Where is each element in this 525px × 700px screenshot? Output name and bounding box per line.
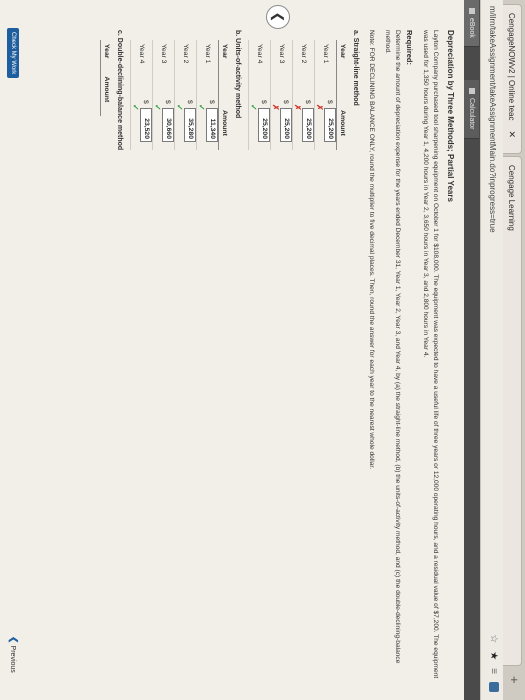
incorrect-icon: ✗: [293, 104, 302, 111]
correct-icon: ✓: [175, 104, 184, 111]
book-icon: [468, 8, 475, 14]
amount-cell: $25,200✗: [314, 96, 337, 150]
year-cell: Year 1: [314, 40, 337, 96]
table-header-row: Year Amount: [218, 40, 230, 150]
url-field[interactable]: m/ilrn/takeAssignment/takeAssignmentMain…: [485, 6, 499, 606]
previous-label: Previous: [9, 645, 16, 673]
calculator-icon: [468, 88, 475, 94]
table-row: Year 3 $30,660✓: [152, 40, 175, 150]
amount-cell: $25,200✗: [292, 96, 315, 150]
correct-icon: ✓: [249, 104, 258, 111]
year-cell: Year 4: [248, 40, 271, 96]
year-cell: Year 4: [130, 40, 153, 96]
table-header-row: Year Amount: [336, 40, 348, 150]
amount-cell: $25,200✗: [270, 96, 293, 150]
amount-input[interactable]: 35,280: [184, 108, 196, 142]
check-my-work-button[interactable]: Check My Work: [7, 28, 19, 79]
year-cell: Year 1: [196, 40, 219, 96]
tab-label: CengageNOWv2 | Online teac: [507, 13, 516, 121]
rotated-screen: CengageNOWv2 | Online teac ✕ Cengage Lear…: [0, 0, 525, 700]
amount-header: Amount: [336, 96, 348, 150]
year-cell: Year 2: [292, 40, 315, 96]
ebook-label: eBook: [468, 18, 475, 38]
browser-tab-cengage-learning[interactable]: Cengage Learning: [503, 156, 522, 666]
new-tab-icon[interactable]: +: [507, 676, 522, 684]
straight-line-table: Year Amount Year 1 $25,200✗ Year 2 $25,2…: [248, 40, 348, 150]
browser-tab-bar: CengageNOWv2 | Online teac ✕ Cengage Lear…: [502, 0, 525, 700]
browser-tab-cengagenow[interactable]: CengageNOWv2 | Online teac ✕: [503, 4, 522, 154]
amount-input[interactable]: 25,200: [280, 108, 292, 142]
amount-header: Amount: [218, 96, 230, 150]
amount-cell: $35,280✓: [174, 96, 197, 150]
amount-cell: $25,200✓: [248, 96, 271, 150]
incorrect-icon: ✗: [315, 104, 324, 111]
tab-label: Cengage Learning: [507, 165, 516, 231]
table-row: Year 4 $25,200✓: [248, 40, 271, 150]
table-row: Year 1 $25,200✗: [314, 40, 337, 150]
problem-title: Depreciation by Three Methods; Partial Y…: [446, 30, 455, 202]
year-cell: Year 3: [152, 40, 175, 96]
dollar-sign: $: [260, 100, 268, 104]
close-icon[interactable]: ✕: [507, 130, 517, 138]
menu-icon[interactable]: ≡: [488, 668, 499, 682]
extension-icon[interactable]: [488, 682, 499, 692]
dollar-sign: $: [304, 100, 312, 104]
amount-cell: $30,660✓: [152, 96, 175, 150]
dollar-sign: $: [282, 100, 290, 104]
table-row: Year 3 $25,200✗: [270, 40, 293, 150]
chevron-left-icon[interactable]: ❮: [266, 5, 290, 29]
amount-header: Amount: [100, 62, 112, 117]
amount-cell: $11,340✓: [196, 96, 219, 150]
previous-button[interactable]: ❮Previous: [8, 636, 19, 673]
dollar-sign: $: [186, 100, 194, 104]
table-row: Year 1 $11,340✓: [196, 40, 219, 150]
units-of-activity-table: Year Amount Year 1 $11,340✓ Year 2 $35,2…: [130, 40, 230, 150]
problem-note: Note: FOR DECLINING BALANCE ONLY, round …: [368, 30, 375, 470]
table-header-row: Year Amount: [100, 40, 112, 117]
correct-icon: ✓: [131, 104, 140, 111]
section-a-label: a. Straight-line method: [352, 30, 359, 106]
incorrect-icon: ✗: [271, 104, 280, 111]
year-header: Year: [100, 40, 112, 63]
amount-input[interactable]: 11,340: [206, 108, 218, 142]
amount-input[interactable]: 23,520: [140, 108, 152, 142]
amount-cell: $23,520✓: [130, 96, 153, 150]
problem-instructions: Determine the amount of depreciation exp…: [384, 30, 401, 664]
star-icon[interactable]: ☆: [488, 634, 499, 651]
section-c-label: c. Double-declining-balance method: [116, 30, 123, 151]
dollar-sign: $: [142, 100, 150, 104]
year-header: Year: [218, 40, 230, 96]
ebook-button[interactable]: eBook: [464, 0, 479, 47]
calculator-button[interactable]: Calculator: [464, 80, 479, 139]
address-bar: m/ilrn/takeAssignment/takeAssignmentMain…: [480, 0, 503, 700]
year-cell: Year 2: [174, 40, 197, 96]
section-b-label: b. Units-of-activity method: [234, 30, 241, 119]
problem-body: Layton Company purchased tool sharpening…: [422, 30, 439, 679]
problem-content: Depreciation by Three Methods; Partial Y…: [100, 30, 455, 680]
amount-input[interactable]: 25,200: [302, 108, 314, 142]
chevron-left-icon: ❮: [9, 636, 19, 644]
year-header: Year: [336, 40, 348, 96]
double-declining-table: Year Amount: [100, 40, 112, 117]
resource-toolbar: eBook Calculator: [464, 0, 480, 700]
table-row: Year 2 $35,280✓: [174, 40, 197, 150]
amount-input[interactable]: 25,200: [324, 108, 336, 142]
calculator-label: Calculator: [468, 98, 475, 130]
dollar-sign: $: [164, 100, 172, 104]
table-row: Year 4 $23,520✓: [130, 40, 153, 150]
dollar-sign: $: [326, 100, 334, 104]
year-cell: Year 3: [270, 40, 293, 96]
correct-icon: ✓: [197, 104, 206, 111]
correct-icon: ✓: [153, 104, 162, 111]
dollar-sign: $: [208, 100, 216, 104]
amount-input[interactable]: 30,660: [162, 108, 174, 142]
bookmark-icon[interactable]: ★: [488, 651, 499, 668]
amount-input[interactable]: 25,200: [258, 108, 270, 142]
table-row: Year 2 $25,200✗: [292, 40, 315, 150]
address-bar-icons: ☆★≡: [488, 634, 499, 692]
required-label: Required:: [405, 30, 414, 66]
